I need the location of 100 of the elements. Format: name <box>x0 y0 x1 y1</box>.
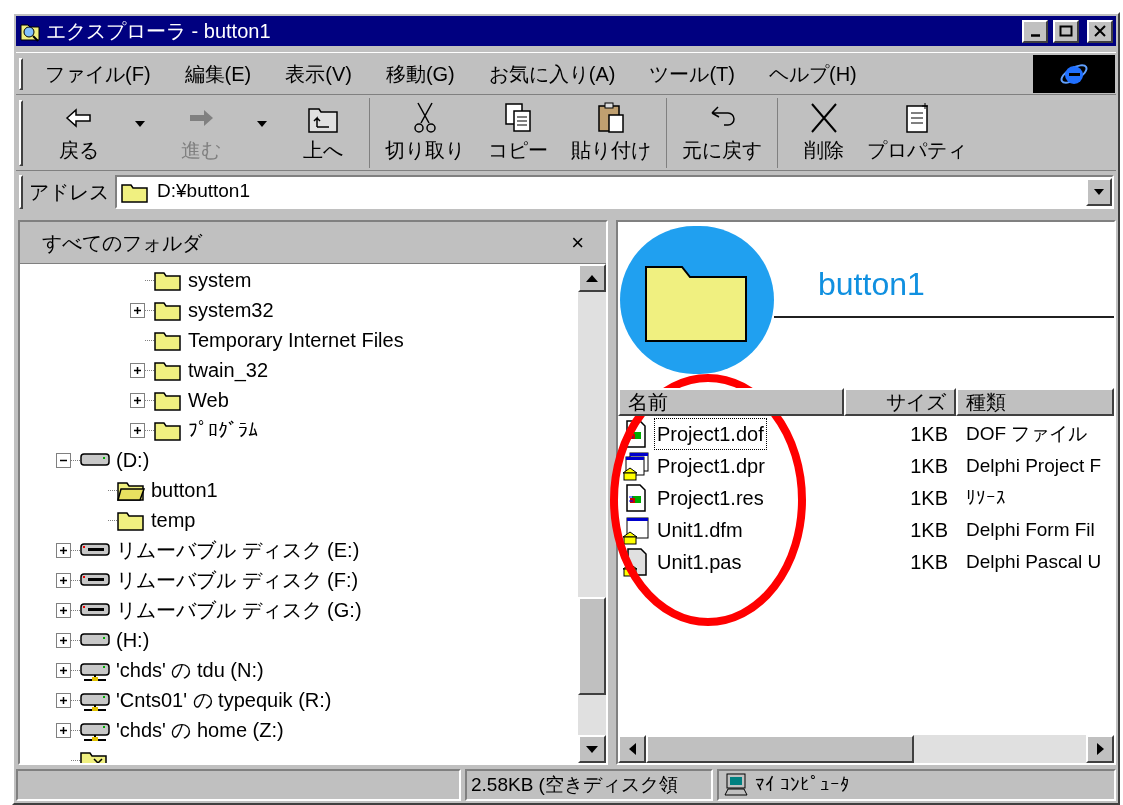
tree-item[interactable]: リムーバブル ディスク (G:) <box>116 595 362 625</box>
tree-item[interactable]: (D:) <box>116 445 150 475</box>
vertical-scrollbar[interactable] <box>578 264 606 763</box>
open-folder-icon <box>117 479 145 501</box>
file-name: Project1.dpr <box>656 454 766 479</box>
folder-icon <box>117 509 145 531</box>
column-header[interactable]: 名前 <box>618 388 844 416</box>
down-arrow-icon <box>586 745 598 753</box>
file-name: Project1.res <box>656 486 765 511</box>
file-type: Delphi Pascal U <box>965 549 1102 574</box>
collapse-icon[interactable] <box>56 452 71 468</box>
tree-item[interactable]: twain_32 <box>188 355 269 385</box>
tree-item[interactable]: 'Cnts01' の typequik (R:) <box>116 685 332 715</box>
menu-item[interactable]: ヘルプ(H) <box>769 58 857 89</box>
expand-icon[interactable] <box>130 422 145 438</box>
file-type: DOF ファイル <box>965 421 1088 446</box>
scroll-down-button[interactable] <box>578 735 606 763</box>
expand-icon[interactable] <box>56 542 71 558</box>
dropdown-caret-icon[interactable] <box>135 120 145 127</box>
folder-icon <box>154 419 182 441</box>
file-size: 1KB <box>909 422 949 447</box>
toolbar-button[interactable]: プロパティ <box>866 97 968 168</box>
file-row[interactable]: Project1.res 1KB ﾘｿｰｽ <box>618 482 1114 514</box>
horizontal-scrollbar[interactable] <box>618 735 1114 763</box>
maximize-button[interactable] <box>1053 19 1079 43</box>
file-type: Delphi Form Fil <box>965 517 1095 542</box>
file-name: Unit1.pas <box>656 550 743 575</box>
file-type: Delphi Project F <box>965 453 1102 478</box>
expand-icon[interactable] <box>56 662 71 678</box>
close-button[interactable]: × <box>571 231 584 254</box>
file-size: 1KB <box>909 550 949 575</box>
file-size: 1KB <box>909 518 949 543</box>
toolbar-button[interactable]: 削除 <box>782 97 866 168</box>
toolbar-button[interactable]: 元に戻す <box>671 97 773 168</box>
menu-item[interactable]: 編集(E) <box>184 58 252 89</box>
tree-item[interactable]: system32 <box>188 295 274 325</box>
tree-item[interactable]: リムーバブル ディスク (E:) <box>116 535 360 565</box>
address-label: アドレス <box>28 179 110 205</box>
tree-item[interactable]: 'chds' の tdu (N:) <box>116 655 264 685</box>
scroll-thumb[interactable] <box>578 597 606 695</box>
column-header[interactable]: 種類 <box>956 388 1114 416</box>
folder-title: button1 <box>817 265 926 304</box>
up-arrow-icon <box>586 274 598 282</box>
file-size: 1KB <box>909 454 949 479</box>
file-type: ﾘｿｰｽ <box>965 485 1006 510</box>
minimize-button[interactable] <box>1022 19 1048 43</box>
tree-item[interactable]: button1 <box>151 475 218 505</box>
expand-icon[interactable] <box>130 302 145 318</box>
computer-icon <box>723 773 749 797</box>
folder-icon <box>154 299 182 321</box>
expand-icon[interactable] <box>56 722 71 738</box>
menu-item[interactable]: ツール(T) <box>649 58 735 89</box>
scroll-left-button[interactable] <box>618 735 646 763</box>
window-title: エクスプローラ - button1 <box>46 19 272 44</box>
expand-icon[interactable] <box>56 692 71 708</box>
caret-icon <box>1094 188 1104 195</box>
expand-icon[interactable] <box>130 362 145 378</box>
tree-item[interactable]: temp <box>151 505 196 535</box>
minimize-icon <box>1030 33 1040 37</box>
file-row[interactable]: Unit1.pas 1KB Delphi Pascal U <box>618 546 1114 578</box>
menu-item[interactable]: 移動(G) <box>385 58 455 89</box>
file-row[interactable]: Unit1.dfm 1KB Delphi Form Fil <box>618 514 1114 546</box>
tree-item[interactable]: (H:) <box>116 625 150 655</box>
tree-item[interactable]: リムーバブル ディスク (F:) <box>116 565 359 595</box>
right-arrow-icon <box>1096 743 1104 755</box>
column-header[interactable]: サイズ <box>844 388 956 416</box>
left-arrow-icon <box>628 743 636 755</box>
status-text: ﾏｲ ｺﾝﾋﾟｭｰﾀ <box>755 772 851 797</box>
address-field[interactable]: D:¥button1 <box>115 174 1114 209</box>
folder-icon <box>154 359 182 381</box>
toolbar-button[interactable]: 上へ <box>281 97 365 168</box>
close-button[interactable] <box>1087 19 1113 43</box>
scroll-up-button[interactable] <box>578 264 606 292</box>
expand-icon[interactable] <box>130 392 145 408</box>
toolbar-button[interactable]: 切り取り <box>374 97 476 168</box>
toolbar-button[interactable]: 貼り付け <box>560 97 662 168</box>
toolbar-button[interactable]: 戻る <box>37 97 121 168</box>
file-name: Project1.dof <box>654 418 767 450</box>
tree-item[interactable]: Temporary Internet Files <box>188 325 404 355</box>
scroll-thumb[interactable] <box>646 735 914 763</box>
tree-item[interactable]: Web <box>188 385 229 415</box>
status-text: 2.58KB (空きディスク領 <box>471 772 678 797</box>
tree-item[interactable]: system <box>188 265 252 295</box>
menu-item[interactable]: 表示(V) <box>285 58 352 89</box>
file-row[interactable]: Project1.dof 1KB DOF ファイル <box>618 418 1114 450</box>
tree-item[interactable]: ﾌﾟﾛｸﾞﾗﾑ <box>188 415 258 445</box>
project-icon <box>622 451 650 481</box>
folder-icon <box>154 329 182 351</box>
file-row[interactable]: Project1.dpr 1KB Delphi Project F <box>618 450 1114 482</box>
dropdown-button[interactable] <box>1086 177 1112 206</box>
menu-item[interactable]: お気に入り(A) <box>488 58 616 89</box>
expand-icon[interactable] <box>56 602 71 618</box>
expand-icon[interactable] <box>56 632 71 648</box>
expand-icon[interactable] <box>56 572 71 588</box>
folder-icon <box>154 389 182 411</box>
toolbar-button[interactable]: コピー <box>476 97 560 168</box>
menu-item[interactable]: ファイル(F) <box>45 58 151 89</box>
scroll-right-button[interactable] <box>1086 735 1114 763</box>
tree-item[interactable]: 'chds' の home (Z:) <box>116 715 284 745</box>
maximize-icon <box>1059 25 1073 37</box>
